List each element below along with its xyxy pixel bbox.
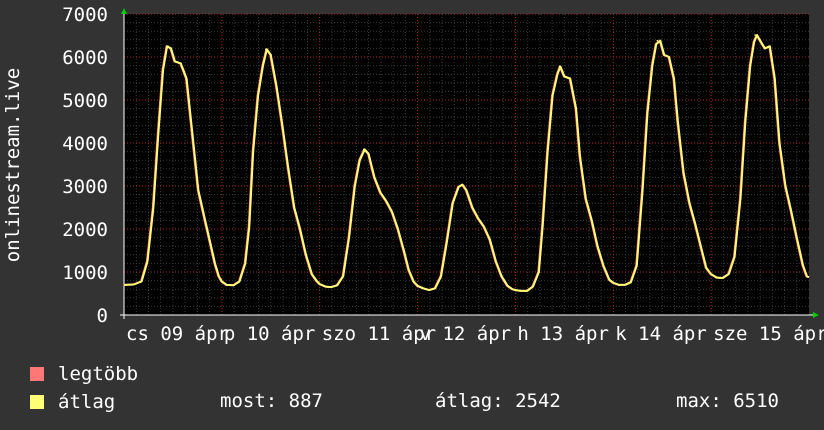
y-tick-label: 4000 (62, 133, 108, 155)
x-tick-label: sze 15 ápr (713, 323, 824, 345)
y-tick-label: 5000 (62, 90, 108, 112)
y-tick-label: 6000 (62, 47, 108, 69)
legend-swatch-avg (30, 395, 44, 409)
x-tick-label: h 13 ápr (517, 323, 609, 345)
legend-label-max: legtöbb (58, 363, 139, 385)
y-tick-label: 3000 (62, 176, 108, 198)
stat-now: most: 887 (220, 390, 323, 412)
legend-item-max: legtöbb (30, 362, 138, 386)
y-tick-label: 2000 (62, 219, 108, 241)
x-tick-label: cs 09 ápr (126, 323, 229, 345)
stat-now-label: most: (220, 390, 278, 412)
stat-max-value: 6510 (733, 390, 779, 412)
graph-panel: 0 1000 2000 3000 4000 5000 6000 7000 cs 09 ápr p … (0, 0, 824, 430)
y-tick-label: 1000 (62, 262, 108, 284)
y-tick-label: 7000 (62, 4, 108, 26)
x-tick-label: v 12 ápr (420, 323, 512, 345)
stat-avg-value: 2542 (515, 390, 561, 412)
x-tick-label: k 14 ápr (615, 323, 707, 345)
line-chart: 0 1000 2000 3000 4000 5000 6000 7000 cs 09 áprp … (2, 4, 824, 345)
stat-avg: átlag: 2542 (435, 390, 561, 412)
peak-point (460, 183, 463, 186)
legend-label-avg: átlag (58, 391, 116, 413)
legend-swatch-max (30, 367, 44, 381)
y-axis-label: onlinestream.live (2, 68, 24, 262)
peak-point (656, 39, 659, 42)
peak-point (265, 48, 267, 51)
peak-point (362, 148, 365, 151)
stat-max: max: 6510 (676, 390, 779, 412)
x-tick-label: p 10 ápr (224, 323, 316, 345)
peak-point (754, 34, 756, 36)
x-axis-arrow (813, 312, 819, 318)
y-tick-label: 0 (97, 305, 108, 327)
peak-point (558, 65, 561, 68)
stat-avg-label: átlag: (435, 390, 504, 412)
stat-max-label: max: (676, 390, 722, 412)
stat-now-value: 887 (288, 390, 323, 412)
legend-item-avg: átlag (30, 390, 115, 414)
y-axis-arrow (121, 8, 127, 14)
peak-point (167, 45, 169, 48)
